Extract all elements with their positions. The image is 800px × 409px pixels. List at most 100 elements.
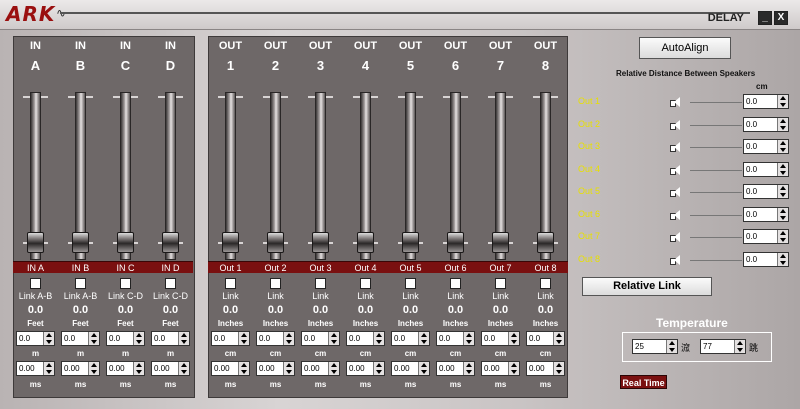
distance-input[interactable]: 0.0 [346, 331, 385, 346]
spinner-arrows-icon[interactable] [463, 362, 474, 375]
spinner-arrows-icon[interactable] [283, 362, 294, 375]
fader-knob[interactable] [27, 232, 44, 253]
spinner-arrows-icon[interactable] [373, 362, 384, 375]
distance-input[interactable]: 0.0 [436, 331, 475, 346]
fader-knob[interactable] [357, 232, 374, 253]
link-checkbox[interactable] [315, 278, 326, 289]
spinner-arrows-icon[interactable] [133, 332, 144, 345]
distance-input[interactable]: 0.0 [256, 331, 295, 346]
relative-distance-input[interactable]: 0.0 [743, 161, 789, 177]
spinner-arrows-icon[interactable] [178, 332, 189, 345]
link-checkbox[interactable] [270, 278, 281, 289]
distance-input[interactable]: 0.0 [16, 331, 55, 346]
distance-input[interactable]: 0.0 [151, 331, 190, 346]
spinner-arrows-icon[interactable] [777, 230, 788, 243]
fahrenheit-input[interactable]: 77 [700, 339, 746, 354]
channel-header: OUT 6 [433, 40, 478, 72]
fader-knob[interactable] [402, 232, 419, 253]
distance-unit: m [121, 349, 130, 358]
spinner-arrows-icon[interactable] [418, 332, 429, 345]
time-input[interactable]: 0.00 [256, 361, 295, 376]
relative-distance-input[interactable]: 0.0 [743, 229, 789, 244]
time-input[interactable]: 0.00 [481, 361, 520, 376]
distance-input[interactable]: 0.0 [526, 331, 565, 346]
fader-knob[interactable] [72, 232, 89, 253]
spinner-arrows-icon[interactable] [88, 332, 99, 345]
spinner-arrows-icon[interactable] [777, 117, 788, 131]
fader-knob[interactable] [492, 232, 509, 253]
distance-input[interactable]: 0.0 [106, 331, 145, 346]
celsius-spinner-icon[interactable] [666, 340, 677, 353]
spinner-arrows-icon[interactable] [178, 362, 189, 375]
spinner-arrows-icon[interactable] [238, 362, 249, 375]
distance-value: 0.0 [19, 334, 31, 343]
relative-distance-input[interactable]: 0.0 [743, 206, 789, 222]
relative-distance-input[interactable]: 0.0 [743, 251, 789, 267]
spinner-arrows-icon[interactable] [238, 332, 249, 345]
spinner-arrows-icon[interactable] [508, 332, 519, 345]
fader-knob[interactable] [312, 232, 329, 253]
link-checkbox[interactable] [360, 278, 371, 289]
spinner-arrows-icon[interactable] [777, 95, 788, 108]
time-input[interactable]: 0.00 [61, 361, 100, 376]
spinner-arrows-icon[interactable] [88, 362, 99, 375]
distance-input[interactable]: 0.0 [481, 331, 520, 346]
spinner-arrows-icon[interactable] [553, 362, 564, 375]
time-input[interactable]: 0.00 [106, 361, 145, 376]
time-input[interactable]: 0.00 [211, 361, 250, 376]
time-input[interactable]: 0.00 [436, 361, 475, 376]
relative-distance-input[interactable]: 0.0 [743, 94, 789, 109]
distance-input[interactable]: 0.0 [301, 331, 340, 346]
distance-input[interactable]: 0.0 [211, 331, 250, 346]
spinner-arrows-icon[interactable] [777, 140, 788, 153]
minimize-button[interactable]: _ [758, 11, 772, 25]
time-input[interactable]: 0.00 [151, 361, 190, 376]
fader-knob[interactable] [537, 232, 554, 253]
spinner-arrows-icon[interactable] [553, 332, 564, 345]
relative-distance-input[interactable]: 0.0 [743, 116, 789, 132]
link-checkbox[interactable] [30, 278, 41, 289]
link-checkbox[interactable] [225, 278, 236, 289]
time-input[interactable]: 0.00 [391, 361, 430, 376]
spinner-arrows-icon[interactable] [328, 332, 339, 345]
spinner-arrows-icon[interactable] [283, 332, 294, 345]
link-checkbox[interactable] [75, 278, 86, 289]
spinner-arrows-icon[interactable] [133, 362, 144, 375]
time-input[interactable]: 0.00 [16, 361, 55, 376]
spinner-arrows-icon[interactable] [777, 162, 788, 176]
fader-knob[interactable] [162, 232, 179, 253]
link-checkbox[interactable] [165, 278, 176, 289]
distance-input[interactable]: 0.0 [61, 331, 100, 346]
relative-distance-input[interactable]: 0.0 [743, 139, 789, 154]
spinner-arrows-icon[interactable] [43, 362, 54, 375]
link-checkbox[interactable] [450, 278, 461, 289]
real-time-button[interactable]: Real Time [620, 375, 667, 389]
spinner-arrows-icon[interactable] [328, 362, 339, 375]
spinner-arrows-icon[interactable] [777, 252, 788, 266]
relative-link-button[interactable]: Relative Link [582, 277, 712, 296]
link-checkbox[interactable] [495, 278, 506, 289]
fahrenheit-spinner-icon[interactable] [734, 340, 745, 353]
time-input[interactable]: 0.00 [526, 361, 565, 376]
time-input[interactable]: 0.00 [301, 361, 340, 376]
link-checkbox[interactable] [540, 278, 551, 289]
spinner-arrows-icon[interactable] [43, 332, 54, 345]
spinner-arrows-icon[interactable] [373, 332, 384, 345]
fader-knob[interactable] [117, 232, 134, 253]
time-input[interactable]: 0.00 [346, 361, 385, 376]
link-checkbox[interactable] [120, 278, 131, 289]
close-button[interactable]: X [774, 11, 788, 25]
distance-input[interactable]: 0.0 [391, 331, 430, 346]
spinner-arrows-icon[interactable] [418, 362, 429, 375]
spinner-arrows-icon[interactable] [777, 185, 788, 198]
relative-distance-input[interactable]: 0.0 [743, 184, 789, 199]
fader-knob[interactable] [447, 232, 464, 253]
spinner-arrows-icon[interactable] [508, 362, 519, 375]
spinner-arrows-icon[interactable] [463, 332, 474, 345]
celsius-input[interactable]: 25 [632, 339, 678, 354]
autoalign-button[interactable]: AutoAlign [639, 37, 731, 59]
fader-knob[interactable] [222, 232, 239, 253]
spinner-arrows-icon[interactable] [777, 207, 788, 221]
fader-knob[interactable] [267, 232, 284, 253]
link-checkbox[interactable] [405, 278, 416, 289]
